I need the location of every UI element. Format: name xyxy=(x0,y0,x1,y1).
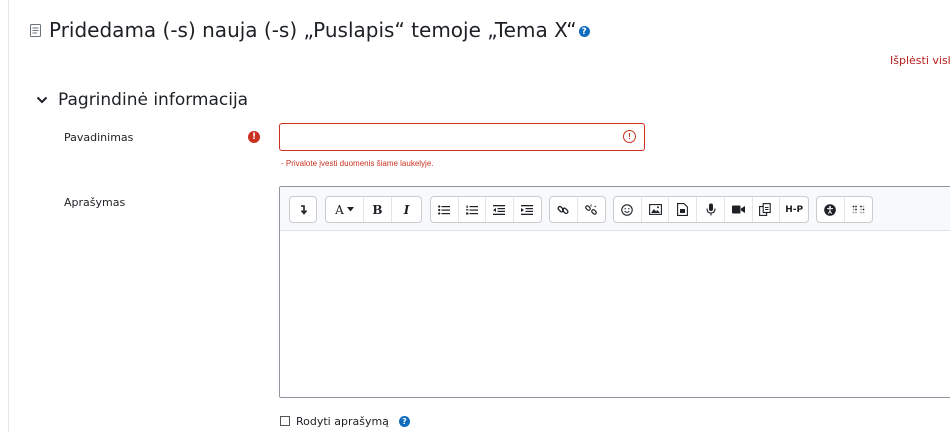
text-style-button[interactable]: A xyxy=(326,197,364,222)
insert-image-button[interactable] xyxy=(642,197,670,222)
help-icon[interactable]: ? xyxy=(398,415,410,427)
toolbar-group-lists xyxy=(430,196,542,223)
smiley-icon xyxy=(621,203,634,216)
name-input[interactable] xyxy=(279,123,645,151)
indent-icon xyxy=(521,204,534,215)
accessibility-icon xyxy=(824,203,837,216)
section-toggle[interactable]: Pagrindinė informacija xyxy=(36,87,248,113)
microphone-icon xyxy=(705,203,716,216)
ordered-list-button[interactable] xyxy=(459,197,486,222)
text-style-label: A xyxy=(335,202,344,217)
link-icon xyxy=(557,205,569,214)
error-message: - Privalote įvesti duomenis šiame laukel… xyxy=(281,159,434,168)
editor-content-area[interactable] xyxy=(280,231,950,397)
toolbar-group-links xyxy=(549,196,606,223)
braille-icon xyxy=(852,205,865,214)
show-description-label: Rodyti aprašymą xyxy=(296,414,389,428)
name-label: Pavadinimas xyxy=(64,131,134,144)
indent-button[interactable] xyxy=(514,197,541,222)
record-video-button[interactable] xyxy=(725,197,753,222)
description-label: Aprašymas xyxy=(64,196,126,209)
page-title: Pridedama (-s) nauja (-s) „Puslapis“ tem… xyxy=(30,15,590,45)
bullet-list-icon xyxy=(438,204,451,215)
manage-files-icon xyxy=(759,203,772,216)
insert-media-button[interactable] xyxy=(669,197,698,222)
help-icon[interactable]: ? xyxy=(578,26,590,37)
link-button[interactable] xyxy=(550,197,578,222)
accessibility-checker-button[interactable] xyxy=(817,197,845,222)
numbered-list-icon xyxy=(465,205,478,214)
expand-all-link[interactable]: Išplėsti visk xyxy=(890,54,950,67)
document-icon xyxy=(30,23,41,37)
toolbar-group-style: A B I xyxy=(325,196,422,223)
description-editor[interactable]: A B I H-P xyxy=(279,186,950,398)
collapse-toolbar-button[interactable] xyxy=(290,197,316,222)
outdent-icon xyxy=(493,204,506,215)
section-title: Pagrindinė informacija xyxy=(58,90,249,110)
unlink-button[interactable] xyxy=(578,197,605,222)
outdent-button[interactable] xyxy=(486,197,514,222)
video-camera-icon xyxy=(731,205,745,214)
show-description-checkbox[interactable] xyxy=(280,416,290,426)
screenreader-helper-button[interactable] xyxy=(845,197,872,222)
toolbar-group-insert: H-P xyxy=(613,196,809,223)
unordered-list-button[interactable] xyxy=(431,197,459,222)
input-error-icon: ! xyxy=(623,130,636,143)
insert-h5p-button[interactable]: H-P xyxy=(780,197,808,222)
required-icon: ! xyxy=(248,131,260,143)
emoticon-button[interactable] xyxy=(614,197,642,222)
chevron-down-icon xyxy=(36,96,48,104)
toolbar-group-collapse xyxy=(289,196,317,223)
media-file-icon xyxy=(677,203,689,216)
italic-button[interactable]: I xyxy=(392,197,421,222)
toolbar-group-accessibility xyxy=(816,196,873,223)
caret-down-icon xyxy=(346,207,354,212)
record-audio-button[interactable] xyxy=(697,197,725,222)
left-border xyxy=(8,0,9,432)
editor-toolbar: A B I H-P xyxy=(280,187,950,231)
image-icon xyxy=(648,204,662,215)
bold-button[interactable]: B xyxy=(364,197,392,222)
unlink-icon xyxy=(585,204,598,215)
page-title-text: Pridedama (-s) nauja (-s) „Puslapis“ tem… xyxy=(49,18,577,42)
show-description-option[interactable]: Rodyti aprašymą ? xyxy=(280,414,410,428)
collapse-arrow-icon xyxy=(300,204,307,215)
manage-files-button[interactable] xyxy=(753,197,781,222)
